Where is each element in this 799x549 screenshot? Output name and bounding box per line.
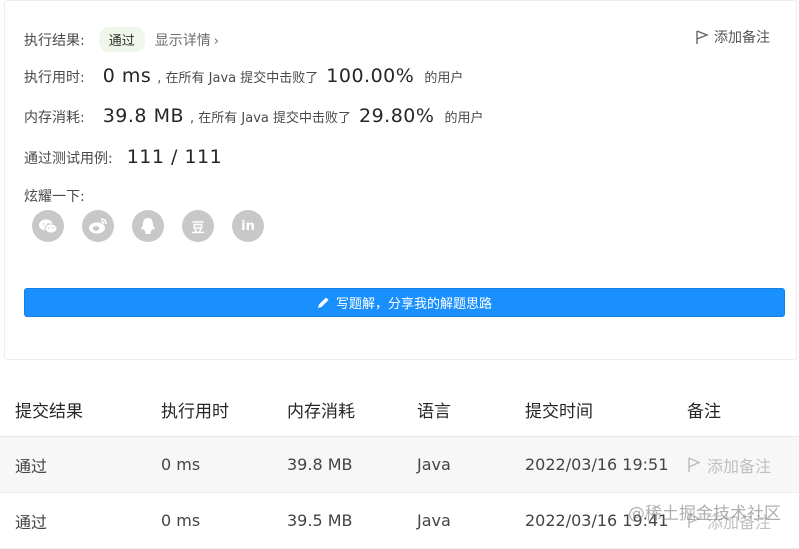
memory-suffix: 的用户 (444, 111, 484, 126)
row-language: Java (416, 492, 524, 549)
flag-icon (688, 456, 701, 472)
table-row[interactable]: 通过 0 ms 39.8 MB Java 2022/03/16 19:51 添加… (0, 436, 799, 493)
row-memory: 39.5 MB (286, 492, 416, 549)
row-status-link[interactable]: 通过 (0, 436, 160, 493)
status-badge: 通过 (98, 27, 145, 52)
header-status: 提交结果 (0, 382, 160, 437)
runtime-label: 执行用时: (24, 70, 85, 86)
tests-value: 111 / 111 (126, 146, 223, 168)
memory-percent: 29.80% (359, 105, 435, 127)
linkedin-icon[interactable]: in (232, 210, 264, 242)
chevron-right-icon: › (213, 34, 219, 49)
header-language: 语言 (416, 382, 524, 437)
memory-label: 内存消耗: (24, 110, 85, 126)
row-submit-time: 2022/03/16 19:51 (524, 436, 686, 493)
row-language: Java (416, 436, 524, 493)
wechat-icon[interactable] (32, 210, 64, 242)
watermark: @稀土掘金技术社区 (628, 499, 781, 524)
share-icons: 豆 in (32, 210, 264, 242)
share-label: 炫耀一下: (24, 189, 85, 205)
row-note-cell: 添加备注 (686, 436, 799, 493)
row-status-link[interactable]: 通过 (0, 492, 160, 549)
flag-icon (696, 29, 709, 44)
runtime-percent: 100.00% (326, 65, 415, 87)
douban-glyph: 豆 (191, 220, 205, 236)
header-submit-time: 提交时间 (524, 382, 686, 437)
write-solution-button[interactable]: 写题解，分享我的解题思路 (24, 288, 785, 317)
show-detail-link[interactable]: 显示详情 › (155, 30, 219, 50)
qq-icon[interactable] (132, 210, 164, 242)
runtime-value: 0 ms (102, 65, 152, 87)
row-add-note-button[interactable]: 添加备注 (687, 453, 798, 477)
runtime-beat-text: , 在所有 Java 提交中击败了 (157, 71, 319, 86)
submission-result-card: 执行结果: 通过 显示详情 › 添加备注 执行用时: 0 ms , 在所有 Jav… (4, 0, 797, 360)
write-solution-label: 写题解，分享我的解题思路 (335, 297, 492, 312)
tests-label: 通过测试用例: (24, 151, 113, 167)
watermark-text: @稀土掘金技术社区 (628, 504, 781, 524)
result-label: 执行结果: (24, 33, 85, 49)
add-note-label: 添加备注 (714, 30, 770, 46)
table-header-row: 提交结果 执行用时 内存消耗 语言 提交时间 备注 (0, 382, 799, 437)
pencil-icon (317, 297, 329, 308)
share-row: 炫耀一下: (24, 186, 85, 206)
tests-row: 通过测试用例: 111 / 111 (24, 146, 222, 168)
show-detail-label: 显示详情 (154, 33, 211, 49)
douban-icon[interactable]: 豆 (182, 210, 214, 242)
memory-value: 39.8 MB (102, 105, 184, 127)
row-memory: 39.8 MB (286, 436, 416, 493)
memory-row: 内存消耗: 39.8 MB , 在所有 Java 提交中击败了 29.80% 的… (24, 105, 483, 127)
memory-beat-text: , 在所有 Java 提交中击败了 (190, 111, 351, 126)
runtime-row: 执行用时: 0 ms , 在所有 Java 提交中击败了 100.00% 的用户 (24, 65, 463, 87)
header-runtime: 执行用时 (160, 382, 286, 437)
header-memory: 内存消耗 (286, 382, 416, 437)
result-row: 执行结果: 通过 显示详情 › (24, 27, 219, 52)
header-note: 备注 (686, 382, 799, 437)
runtime-suffix: 的用户 (424, 71, 464, 86)
linkedin-glyph: in (241, 218, 255, 234)
row-runtime: 0 ms (160, 436, 286, 493)
row-runtime: 0 ms (160, 492, 286, 549)
weibo-icon[interactable] (82, 210, 114, 242)
add-note-button[interactable]: 添加备注 (695, 27, 770, 47)
row-add-note-label: 添加备注 (707, 456, 772, 476)
